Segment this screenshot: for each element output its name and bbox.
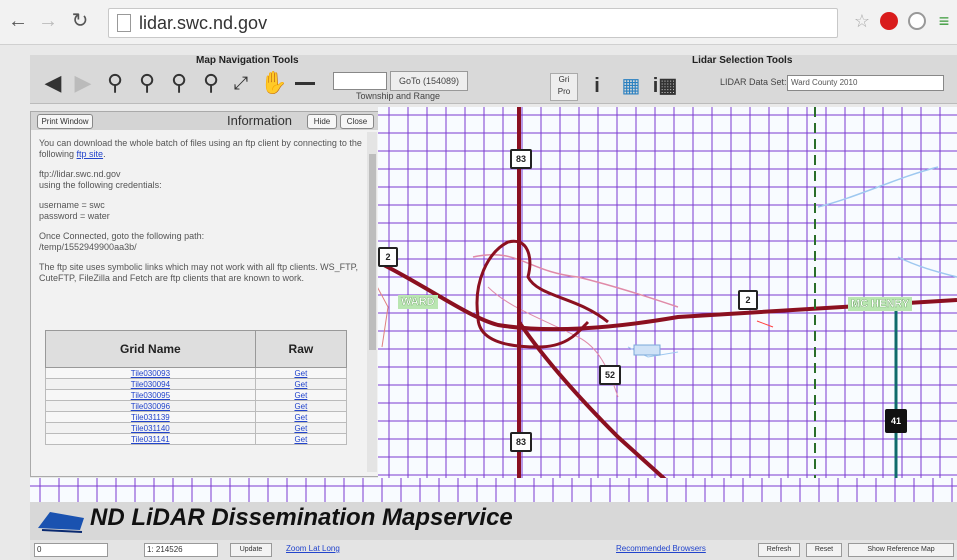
nav-tools-title: Map Navigation Tools bbox=[196, 55, 299, 66]
menu-icon[interactable]: ≡ bbox=[932, 9, 956, 33]
table-row: Tile031141 Get bbox=[45, 433, 348, 445]
extension-icon[interactable] bbox=[908, 12, 926, 30]
status-bar: 0 1: 214526 Update Zoom Lat Long Recomme… bbox=[30, 540, 957, 560]
map-strip-canvas bbox=[30, 478, 957, 502]
highway-shield: 83 bbox=[510, 149, 532, 169]
forward-icon[interactable]: → bbox=[36, 9, 60, 33]
username-text: username = swc bbox=[39, 200, 105, 210]
grid-name-header: Grid Name bbox=[45, 330, 256, 368]
lidar-dataset-select[interactable]: Ward County 2010 bbox=[787, 75, 944, 91]
table-row: Tile030094 Get bbox=[45, 378, 348, 390]
get-link[interactable]: Get bbox=[254, 422, 348, 434]
app-title: ND LiDAR Dissemination Mapservice bbox=[90, 504, 513, 531]
back-icon[interactable]: ← bbox=[6, 9, 30, 33]
url-text: lidar.swc.nd.gov bbox=[139, 13, 268, 33]
adblock-icon[interactable] bbox=[880, 12, 898, 30]
tool-bar: Map Navigation Tools Lidar Selection Too… bbox=[30, 55, 957, 104]
pan-forward-icon[interactable]: ▶ bbox=[70, 69, 96, 97]
table-row: Tile030095 Get bbox=[45, 389, 348, 401]
nd-logo-icon bbox=[38, 512, 84, 533]
tile-link[interactable]: Tile031139 bbox=[45, 411, 256, 423]
mapservice-app: Map Navigation Tools Lidar Selection Too… bbox=[0, 45, 957, 560]
town-label: WARD bbox=[398, 295, 438, 309]
scale-field[interactable]: 0 bbox=[34, 543, 108, 557]
select-tile-icon[interactable]: ▦ bbox=[618, 73, 644, 99]
highway-shield: 83 bbox=[510, 432, 532, 452]
town-label: MC HENRY bbox=[848, 297, 913, 311]
credentials-label: using the following credentials: bbox=[39, 180, 162, 190]
information-panel: Print Window Information Hide Close You … bbox=[30, 111, 380, 477]
hide-button[interactable]: Hide bbox=[307, 114, 337, 129]
table-row: Tile031139 Get bbox=[45, 411, 348, 423]
info-icon[interactable]: i bbox=[584, 73, 610, 99]
pan-hand-icon[interactable]: ✋ bbox=[260, 69, 287, 97]
lidar-dataset-label: LIDAR Data Set: bbox=[720, 77, 787, 87]
password-text: password = water bbox=[39, 211, 110, 221]
measure-icon[interactable]: ▬▬ bbox=[292, 69, 318, 97]
full-extent-icon[interactable]: ⤢ bbox=[228, 69, 254, 97]
highway-shield: 52 bbox=[599, 365, 621, 385]
highway-shield: 2 bbox=[378, 247, 398, 267]
print-window-button[interactable]: Print Window bbox=[37, 114, 93, 129]
tile-link[interactable]: Tile031141 bbox=[45, 433, 256, 445]
goto-button[interactable]: GoTo (154089) bbox=[390, 71, 468, 91]
goto-input[interactable] bbox=[333, 72, 387, 90]
zoom-in-icon[interactable]: ⚲ bbox=[102, 69, 128, 97]
zoom-out-box-icon[interactable]: ⚲ bbox=[198, 69, 224, 97]
pan-back-icon[interactable]: ◀ bbox=[40, 69, 66, 97]
lidar-tools-title: Lidar Selection Tools bbox=[692, 55, 793, 66]
close-button[interactable]: Close bbox=[340, 114, 374, 129]
map-view[interactable]: 83 2 2 52 83 41 WARD MC HENRY bbox=[378, 107, 957, 500]
table-row: Tile030096 Get bbox=[45, 400, 348, 412]
get-link[interactable]: Get bbox=[254, 433, 348, 445]
update-button[interactable]: Update bbox=[230, 543, 272, 557]
get-link[interactable]: Get bbox=[254, 400, 348, 412]
raw-header: Raw bbox=[254, 330, 348, 368]
reset-button[interactable]: Reset bbox=[806, 543, 842, 557]
browser-toolbar: ← → ↻ lidar.swc.nd.gov ☆ ≡ bbox=[0, 0, 957, 45]
table-row: Tile030093 Get bbox=[45, 367, 348, 379]
get-link[interactable]: Get bbox=[254, 389, 348, 401]
title-banner: ND LiDAR Dissemination Mapservice bbox=[30, 502, 957, 540]
highway-shield: 41 bbox=[885, 409, 907, 433]
get-link[interactable]: Get bbox=[254, 411, 348, 423]
tile-link[interactable]: Tile030096 bbox=[45, 400, 256, 412]
lidar-grid-icon[interactable]: Gri Pro bbox=[550, 73, 578, 101]
address-bar[interactable]: lidar.swc.nd.gov bbox=[108, 8, 838, 38]
zoom-in-box-icon[interactable]: ⚲ bbox=[134, 69, 160, 97]
ftp-site-link[interactable]: ftp site bbox=[77, 149, 104, 159]
zoom-out-icon[interactable]: ⚲ bbox=[166, 69, 192, 97]
panel-title: Information bbox=[227, 113, 293, 128]
path-label: Once Connected, goto the following path: bbox=[39, 231, 205, 241]
reload-icon[interactable]: ↻ bbox=[68, 9, 92, 33]
scrollbar-thumb[interactable] bbox=[369, 154, 376, 350]
township-range-label: Township and Range bbox=[356, 91, 441, 101]
ftp-client-note: The ftp site uses symbolic links which m… bbox=[39, 262, 358, 283]
star-icon[interactable]: ☆ bbox=[850, 9, 874, 33]
zoom-lat-long-link[interactable]: Zoom Lat Long bbox=[286, 544, 340, 553]
page-icon bbox=[117, 14, 131, 32]
panel-header: Print Window Information Hide Close bbox=[31, 112, 379, 130]
tile-link[interactable]: Tile030095 bbox=[45, 389, 256, 401]
panel-text: You can download the whole batch of file… bbox=[39, 138, 369, 293]
ftp-address: ftp://lidar.swc.nd.gov bbox=[39, 169, 121, 179]
recommended-browsers-link[interactable]: Recommended Browsers bbox=[616, 544, 706, 553]
refresh-button[interactable]: Refresh bbox=[758, 543, 800, 557]
tile-link[interactable]: Tile030093 bbox=[45, 367, 256, 379]
zoom-scale-input[interactable]: 1: 214526 bbox=[144, 543, 218, 557]
get-link[interactable]: Get bbox=[254, 367, 348, 379]
tile-link[interactable]: Tile030094 bbox=[45, 378, 256, 390]
identify-icon[interactable]: i▦ bbox=[652, 73, 678, 99]
show-reference-map-button[interactable]: Show Reference Map bbox=[848, 543, 954, 557]
table-row: Tile031140 Get bbox=[45, 422, 348, 434]
tile-table: Grid Name Raw Tile030093 Get Tile030094 Ge… bbox=[45, 330, 348, 445]
path-text: /temp/1552949900aa3b/ bbox=[39, 242, 137, 252]
get-link[interactable]: Get bbox=[254, 378, 348, 390]
map-strip[interactable] bbox=[30, 478, 957, 502]
highway-shield: 2 bbox=[738, 290, 758, 310]
tile-link[interactable]: Tile031140 bbox=[45, 422, 256, 434]
